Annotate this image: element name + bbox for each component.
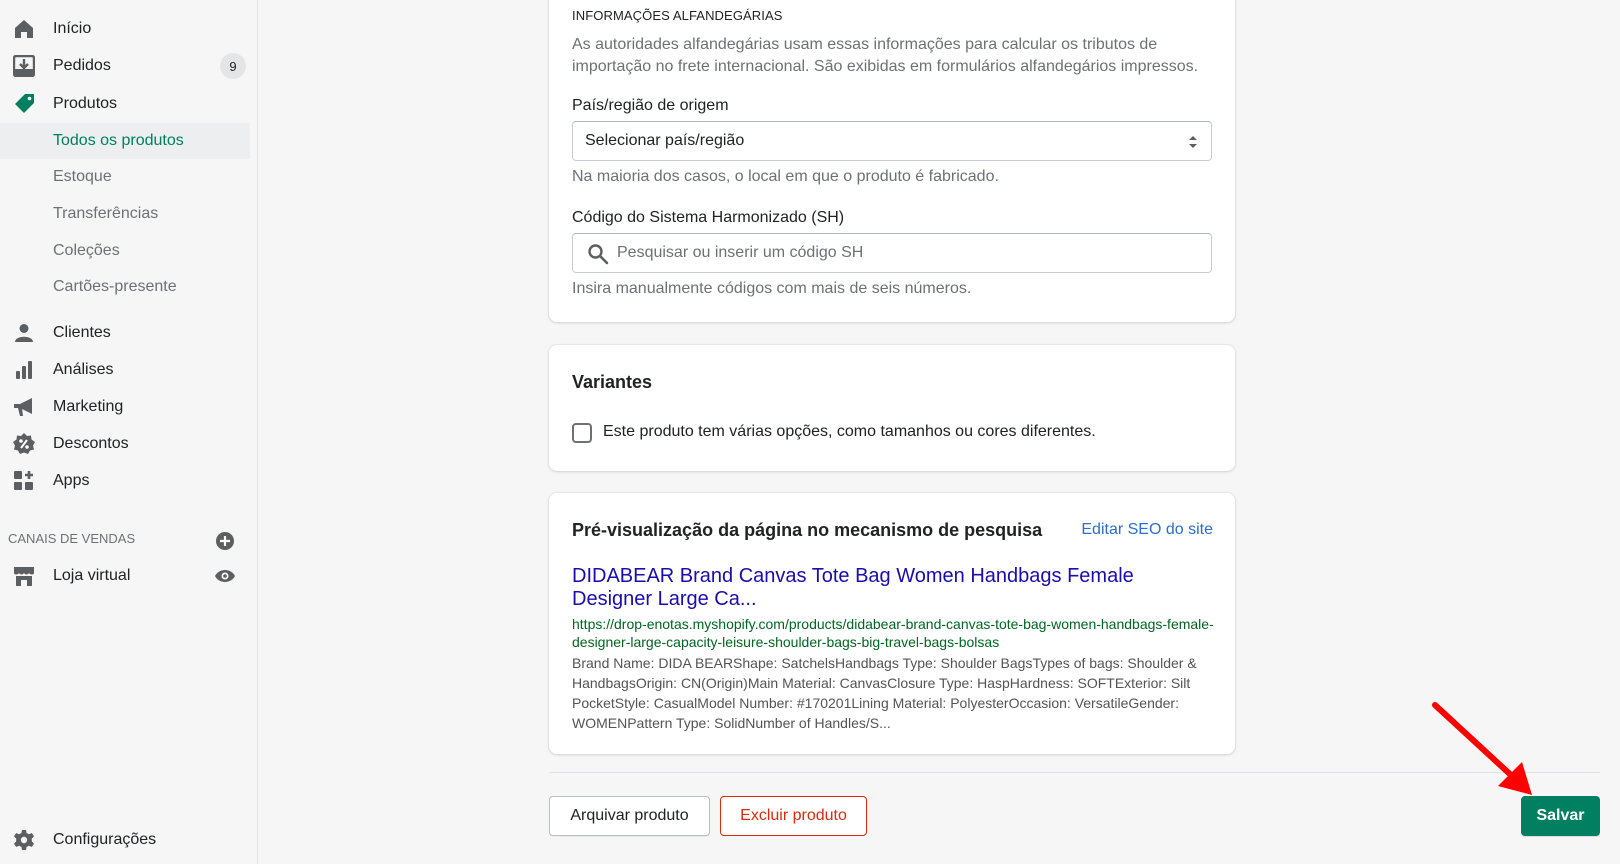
nav-label-orders: Pedidos (53, 57, 111, 74)
delete-product-button[interactable]: Excluir produto (720, 796, 867, 836)
home-icon (12, 17, 36, 41)
nav-item-online-store[interactable]: Loja virtual (0, 558, 250, 594)
nav-label-home: Início (53, 20, 92, 37)
sub-label-collections: Coleções (53, 242, 120, 259)
orders-count-badge: 9 (220, 53, 246, 79)
sidebar-item-gift-cards[interactable]: Cartões-presente (0, 269, 250, 305)
nav-label-customers: Clientes (53, 324, 111, 341)
nav-label-products: Produtos (53, 95, 118, 112)
nav-item-products[interactable]: Produtos (0, 86, 250, 122)
nav-label-marketing: Marketing (53, 398, 124, 415)
apps-icon (12, 469, 36, 493)
variants-title: Variantes (572, 372, 653, 392)
variants-card: Variantes Este produto tem várias opções… (549, 345, 1235, 471)
hs-code-input[interactable] (617, 234, 1197, 272)
origin-country-select[interactable]: Selecionar país/região (572, 121, 1212, 161)
seo-preview-description: Brand Name: DIDA BEARShape: SatchelsHand… (572, 655, 1197, 731)
nav-label-analytics: Análises (53, 361, 114, 378)
person-icon (12, 321, 36, 345)
hs-help-text: Insira manualmente códigos com mais de s… (572, 280, 972, 297)
archive-product-button[interactable]: Arquivar produto (549, 796, 710, 836)
nav-item-orders[interactable]: Pedidos 9 (0, 48, 250, 84)
sub-label-inventory: Estoque (53, 168, 112, 185)
sidebar-item-inventory[interactable]: Estoque (0, 159, 250, 195)
seo-preview-url: https://drop-enotas.myshopify.com/produc… (572, 616, 1214, 650)
hs-code-label: Código do Sistema Harmonizado (SH) (572, 209, 845, 226)
nav-label-settings: Configurações (53, 831, 157, 848)
customs-card: INFORMAÇÕES ALFANDEGÁRIAS As autoridades… (549, 0, 1235, 322)
orders-icon (12, 54, 36, 78)
sub-label-gift-cards: Cartões-presente (53, 278, 177, 295)
sidebar-item-transfers[interactable]: Transferências (0, 196, 250, 232)
sidebar-item-collections[interactable]: Coleções (0, 233, 250, 269)
sub-label-all-products: Todos os produtos (53, 132, 184, 149)
bar-chart-icon (12, 358, 36, 382)
save-button[interactable]: Salvar (1521, 796, 1600, 836)
discount-icon (12, 432, 36, 456)
sub-label-transfers: Transferências (53, 205, 159, 222)
megaphone-icon (12, 395, 36, 419)
nav-item-discounts[interactable]: Descontos (0, 426, 250, 462)
hs-code-search[interactable] (572, 233, 1212, 273)
seo-card: Pré-visualização da página no mecanismo … (549, 493, 1235, 754)
customs-title: INFORMAÇÕES ALFANDEGÁRIAS (572, 8, 783, 23)
gear-icon (12, 828, 36, 852)
eye-icon[interactable] (214, 565, 236, 587)
nav-item-customers[interactable]: Clientes (0, 315, 250, 351)
nav-item-analytics[interactable]: Análises (0, 352, 250, 388)
seo-preview-title: DIDABEAR Brand Canvas Tote Bag Women Han… (572, 565, 1134, 610)
add-sales-channel-icon[interactable] (214, 530, 236, 552)
origin-select-value: Selecionar país/região (585, 132, 745, 149)
origin-label: País/região de origem (572, 97, 729, 114)
variants-checkbox[interactable] (572, 423, 592, 443)
nav-label-apps: Apps (53, 472, 90, 489)
nav-item-marketing[interactable]: Marketing (0, 389, 250, 425)
tag-icon (12, 92, 36, 116)
nav-item-settings[interactable]: Configurações (0, 822, 250, 858)
select-arrows-icon (1187, 133, 1199, 151)
edit-seo-link[interactable]: Editar SEO do site (1081, 521, 1213, 539)
nav-item-apps[interactable]: Apps (0, 463, 250, 499)
nav-label-discounts: Descontos (53, 435, 129, 452)
red-arrow-icon (1432, 702, 1532, 795)
seo-title: Pré-visualização da página no mecanismo … (572, 520, 1043, 540)
nav-label-online-store: Loja virtual (53, 567, 131, 584)
search-icon (587, 243, 609, 265)
origin-help-text: Na maioria dos casos, o local em que o p… (572, 168, 999, 185)
customs-description: As autoridades alfandegárias usam essas … (572, 36, 1199, 75)
sales-channels-title: CANAIS DE VENDAS (8, 531, 136, 546)
sidebar: Início Pedidos 9 Produtos Todos os produ… (0, 0, 258, 864)
variants-checkbox-label[interactable]: Este produto tem várias opções, como tam… (603, 423, 1096, 441)
store-icon (12, 564, 36, 588)
sidebar-item-all-products[interactable]: Todos os produtos (0, 123, 250, 159)
nav-item-home[interactable]: Início (0, 11, 250, 47)
